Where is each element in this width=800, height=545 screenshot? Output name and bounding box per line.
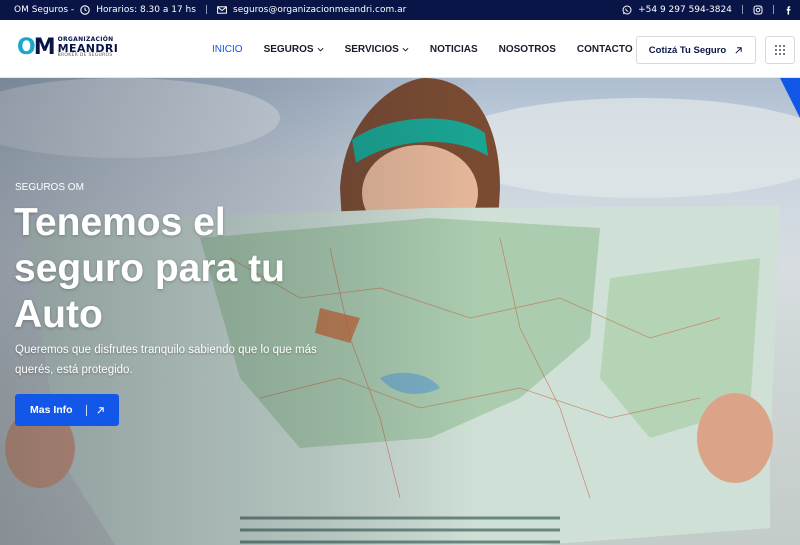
top-bar-phone[interactable]: +54 9 297 594-3824 [638,5,732,15]
clock-icon [80,5,90,15]
nav-item-contacto[interactable]: CONTACTO [577,44,633,55]
top-bar-left: OM Seguros - Horarios: 8.30 a 17 hs | se… [14,5,406,15]
hero-section: SEGUROS OM Tenemos el seguro para tu Aut… [0,78,800,545]
nav-item-seguros[interactable]: SEGUROS [264,44,324,55]
chevron-down-icon [317,47,324,51]
quote-button[interactable]: Cotizá Tu Seguro [636,36,756,64]
envelope-icon [217,5,227,15]
top-bar: OM Seguros - Horarios: 8.30 a 17 hs | se… [0,0,800,20]
whatsapp-icon [622,5,632,15]
logo-line-3: BROKER DE SEGUROS [57,52,113,58]
nav-item-noticias[interactable]: NOTICIAS [430,44,478,55]
chevron-down-icon [402,47,409,51]
decorative-corner [780,78,800,118]
logo-wordmark: ORGANIZACIÓN MEANDRI BROKER DE SEGUROS [57,36,119,59]
quote-button-label: Cotizá Tu Seguro [648,44,727,56]
site-logo[interactable]: OM ORGANIZACIÓN MEANDRI BROKER DE SEGURO… [17,35,118,60]
grid-icon [775,45,785,55]
more-info-button-label: Mas Info [30,404,73,416]
facebook-icon[interactable] [784,5,794,15]
button-divider [85,404,87,416]
logo-mark: OM [17,35,56,60]
hero-subtitle: Queremos que disfrutes tranquilo sabiend… [15,344,317,376]
separator: | [740,5,744,15]
more-info-button[interactable]: Mas Info [15,394,119,426]
menu-grid-button[interactable] [765,36,795,64]
instagram-icon[interactable] [753,5,763,15]
separator: | [771,5,775,15]
arrow-up-right-icon [97,406,104,414]
top-bar-hours: Horarios: 8.30 a 17 hs [96,5,196,15]
arrow-up-right-icon [735,46,742,54]
separator: | [204,5,208,15]
nav-item-inicio[interactable]: INICIO [212,44,243,55]
top-bar-email[interactable]: seguros@organizacionmeandri.com.ar [233,5,406,15]
nav-item-servicios[interactable]: SERVICIOS [345,44,409,55]
top-bar-right: +54 9 297 594-3824 | | [622,5,794,15]
main-nav: INICIO SEGUROS SERVICIOS NOTICIAS NOSOTR… [212,20,633,78]
hero-eyebrow: SEGUROS OM [15,182,84,193]
top-bar-brand: OM Seguros - [14,5,75,15]
nav-item-nosotros[interactable]: NOSOTROS [499,44,556,55]
hero-headline: Tenemos el seguro para tu Auto [14,201,285,336]
site-header: OM ORGANIZACIÓN MEANDRI BROKER DE SEGURO… [0,20,800,78]
